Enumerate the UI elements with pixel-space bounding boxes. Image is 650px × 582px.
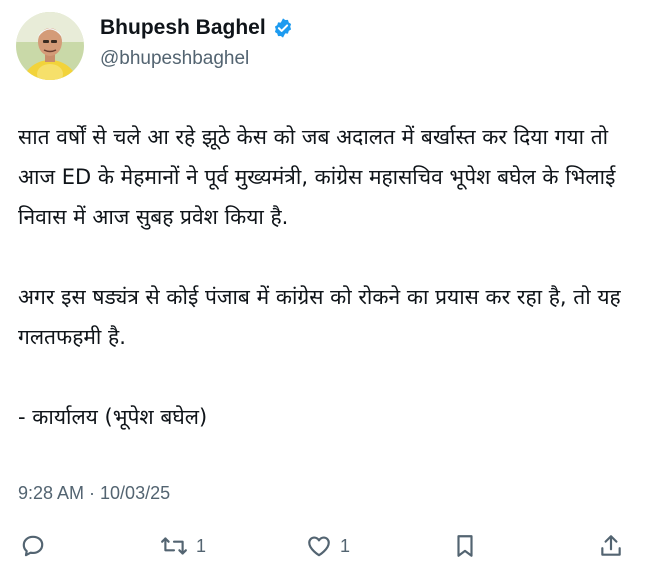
tweet-paragraph: सात वर्षों से चले आ रहे झूठे केस को जब अ… [18,125,616,229]
tweet-card: Bhupesh Baghel @bhupeshbaghel सात वर्षों… [0,0,650,582]
share-icon [601,535,621,556]
retweet-count: 1 [196,535,207,556]
like-button[interactable]: 1 [306,528,350,564]
avatar[interactable] [16,12,84,80]
tweet-timestamp[interactable]: 9:28 AM · 10/03/25 [18,483,170,504]
retweet-icon [161,537,187,555]
retweet-button[interactable]: 1 [160,528,206,564]
reply-button[interactable] [20,528,46,564]
reply-icon [22,535,44,557]
tweet-actions: 1 1 [0,528,650,564]
heart-icon [308,536,330,557]
bookmark-icon [457,535,473,557]
tweet-body: सात वर्षों से चले आ रहे झूठे केस को जब अ… [18,117,638,437]
bookmark-button[interactable] [453,528,477,564]
avatar-image [16,12,84,80]
author-name[interactable]: Bhupesh Baghel [100,16,266,40]
tweet-paragraph: अगर इस षड्यंत्र से कोई पंजाब में कांग्रे… [18,285,621,349]
author-row: Bhupesh Baghel [100,16,294,40]
share-button[interactable] [598,528,624,564]
verified-badge-icon [272,17,294,39]
author-handle[interactable]: @bhupeshbaghel [100,48,249,70]
like-count: 1 [340,535,351,556]
tweet-signature: - कार्यालय (भूपेश बघेल) [18,405,208,429]
